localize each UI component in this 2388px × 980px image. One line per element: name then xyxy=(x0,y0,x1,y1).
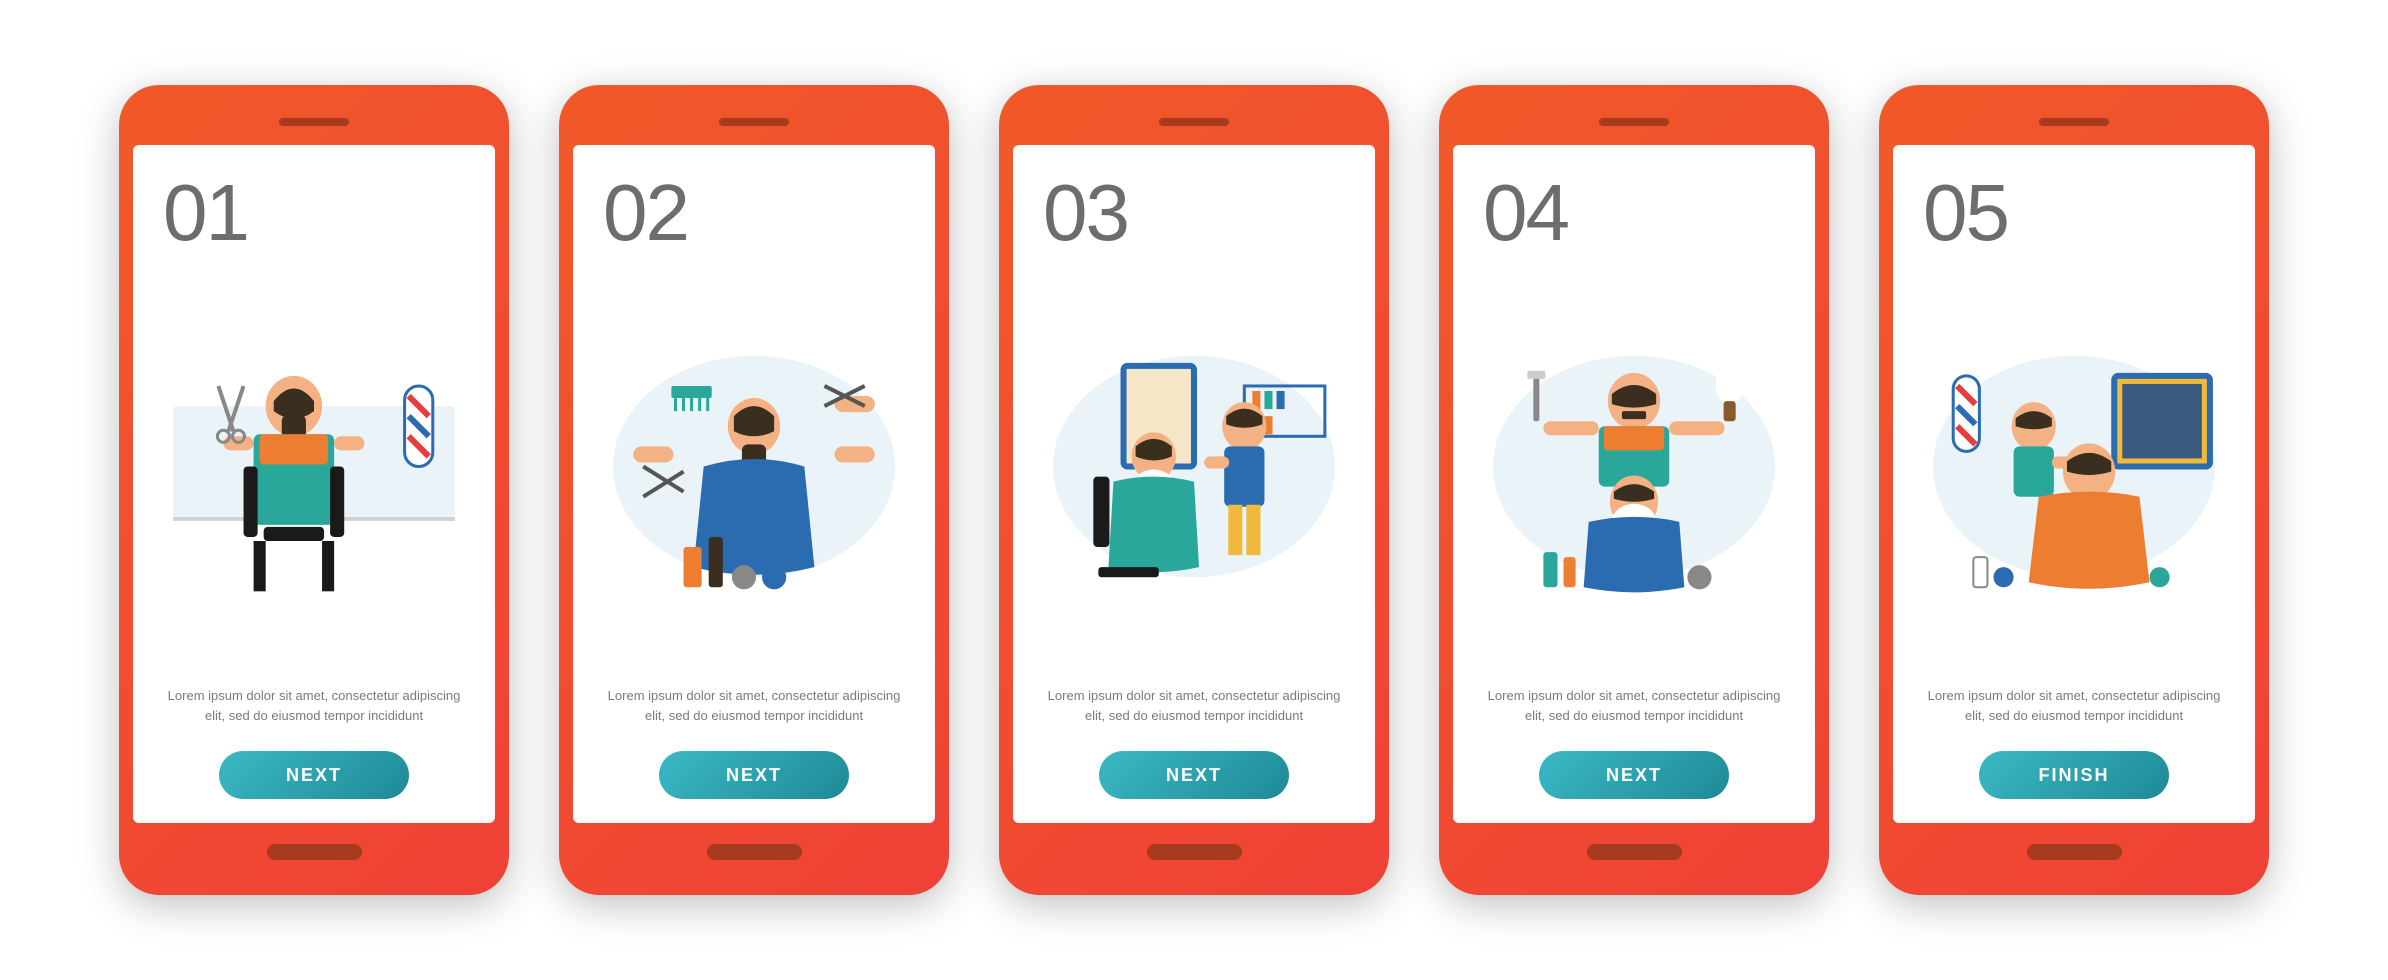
home-button-icon xyxy=(267,844,362,860)
speaker-icon xyxy=(1599,118,1669,126)
step-description: Lorem ipsum dolor sit amet, consectetur … xyxy=(1923,686,2225,725)
barber-with-razor-icon xyxy=(1483,265,1785,668)
screen-5: 05 xyxy=(1893,145,2255,823)
home-button-icon xyxy=(1587,844,1682,860)
speaker-icon xyxy=(2039,118,2109,126)
phone-top-bezel xyxy=(573,99,935,145)
barber-illustration-1 xyxy=(163,265,465,668)
screen-4: 04 xyxy=(1453,145,1815,823)
onboarding-phone-5: 05 xyxy=(1879,85,2269,895)
phone-top-bezel xyxy=(1013,99,1375,145)
barber-illustration-2 xyxy=(603,265,905,668)
phone-top-bezel xyxy=(133,99,495,145)
phone-bottom-bezel xyxy=(573,823,935,881)
step-number: 03 xyxy=(1043,173,1345,253)
barber-illustration-4 xyxy=(1483,265,1785,668)
screen-1: 01 xyxy=(133,145,495,823)
home-button-icon xyxy=(1147,844,1242,860)
onboarding-phone-1: 01 xyxy=(119,85,509,895)
step-description: Lorem ipsum dolor sit amet, consectetur … xyxy=(1483,686,1785,725)
phone-top-bezel xyxy=(1893,99,2255,145)
screen-3: 03 xyxy=(1013,145,1375,823)
step-number: 01 xyxy=(163,173,465,253)
phone-bottom-bezel xyxy=(1013,823,1375,881)
barber-illustration-5 xyxy=(1923,265,2225,668)
step-description: Lorem ipsum dolor sit amet, consectetur … xyxy=(163,686,465,725)
barber-illustration-3 xyxy=(1043,265,1345,668)
onboarding-phone-3: 03 xyxy=(999,85,1389,895)
step-description: Lorem ipsum dolor sit amet, consectetur … xyxy=(1043,686,1345,725)
barber-trimming-beard-icon xyxy=(1043,265,1345,668)
finish-button[interactable]: FINISH xyxy=(1979,751,2169,799)
screen-2: 02 xyxy=(573,145,935,823)
onboarding-phone-4: 04 xyxy=(1439,85,1829,895)
speaker-icon xyxy=(719,118,789,126)
next-button[interactable]: NEXT xyxy=(659,751,849,799)
speaker-icon xyxy=(279,118,349,126)
speaker-icon xyxy=(1159,118,1229,126)
next-button[interactable]: NEXT xyxy=(1539,751,1729,799)
barber-cutting-hair-icon xyxy=(1923,265,2225,668)
step-number: 05 xyxy=(1923,173,2225,253)
home-button-icon xyxy=(2027,844,2122,860)
step-number: 04 xyxy=(1483,173,1785,253)
step-description: Lorem ipsum dolor sit amet, consectetur … xyxy=(603,686,905,725)
phone-bottom-bezel xyxy=(1893,823,2255,881)
barber-with-scissors-icon xyxy=(163,265,465,668)
next-button[interactable]: NEXT xyxy=(219,751,409,799)
customer-with-tools-icon xyxy=(603,265,905,668)
home-button-icon xyxy=(707,844,802,860)
next-button[interactable]: NEXT xyxy=(1099,751,1289,799)
phone-bottom-bezel xyxy=(1453,823,1815,881)
phone-top-bezel xyxy=(1453,99,1815,145)
step-number: 02 xyxy=(603,173,905,253)
phone-bottom-bezel xyxy=(133,823,495,881)
onboarding-phone-2: 02 xyxy=(559,85,949,895)
